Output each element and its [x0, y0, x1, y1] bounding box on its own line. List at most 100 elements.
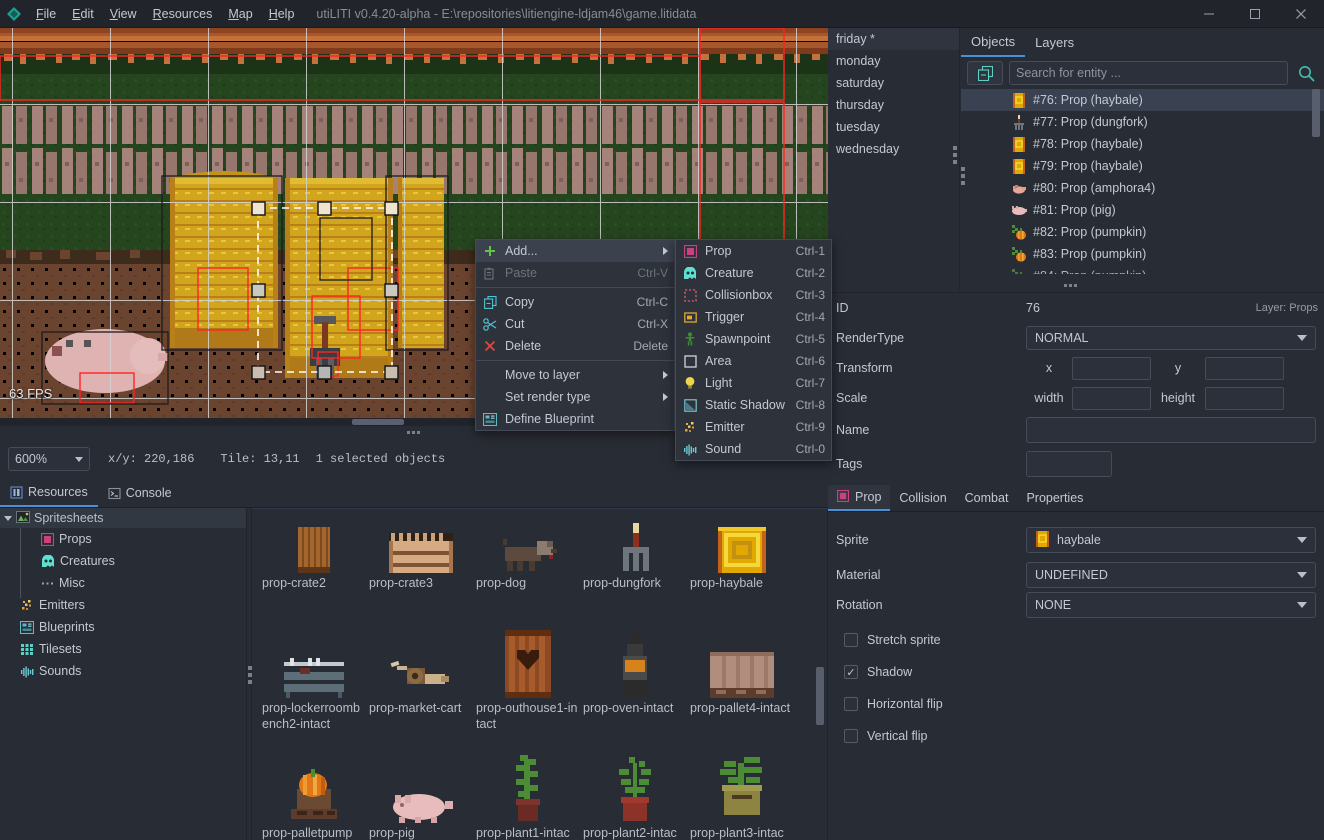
- tree-node-creatures[interactable]: Creatures: [0, 550, 246, 572]
- sprite-item[interactable]: prop-haybale: [688, 509, 795, 612]
- sprite-item[interactable]: prop-pig: [367, 737, 474, 840]
- map-list-item[interactable]: friday *: [828, 28, 959, 50]
- tab-resources[interactable]: Resources: [0, 479, 98, 507]
- material-select[interactable]: UNDEFINED: [1026, 562, 1316, 588]
- object-row[interactable]: #82: Prop (pumpkin): [1005, 221, 1324, 243]
- tree-node-emitters[interactable]: Emitters: [0, 594, 246, 616]
- width-stepper[interactable]: [1072, 386, 1247, 410]
- sprite-browser[interactable]: prop-crate2 prop-crate3 prop-dog prop-du…: [252, 508, 828, 840]
- map-list-item[interactable]: thursday: [828, 94, 959, 116]
- menu-item-set-render-type[interactable]: Set render type: [476, 386, 674, 408]
- y-input[interactable]: [1206, 357, 1324, 379]
- map-list-item[interactable]: monday: [828, 50, 959, 72]
- submenu-item-creature[interactable]: Creature Ctrl-2: [676, 262, 831, 284]
- objects-scrollbar-thumb[interactable]: [1312, 89, 1320, 137]
- tab-layers[interactable]: Layers: [1025, 28, 1084, 57]
- add-submenu[interactable]: Prop Ctrl-1 Creature Ctrl-2 Collisionbox…: [675, 239, 832, 461]
- submenu-item-spawnpoint[interactable]: Spawnpoint Ctrl-5: [676, 328, 831, 350]
- chevron-down-icon[interactable]: [4, 515, 12, 521]
- tree-node-blueprints[interactable]: Blueprints: [0, 616, 246, 638]
- close-icon[interactable]: [1278, 0, 1324, 28]
- tab-collision[interactable]: Collision: [890, 485, 955, 511]
- object-row[interactable]: #81: Prop (pig): [1005, 199, 1324, 221]
- menu-map[interactable]: Map: [220, 3, 260, 25]
- map-list-item[interactable]: saturday: [828, 72, 959, 94]
- submenu-item-sound[interactable]: Sound Ctrl-0: [676, 438, 831, 460]
- tab-prop[interactable]: Prop: [828, 485, 891, 511]
- sprite-select[interactable]: haybale: [1026, 527, 1316, 553]
- submenu-item-emitter[interactable]: Emitter Ctrl-9: [676, 416, 831, 438]
- sprite-item[interactable]: prop-plant2-intac: [581, 737, 688, 840]
- menu-item-copy[interactable]: Copy Ctrl-C: [476, 291, 674, 313]
- vertical-flip-checkbox[interactable]: [844, 729, 858, 743]
- checkbox-row-hflip[interactable]: Horizontal flip: [828, 688, 1324, 720]
- zoom-select[interactable]: 600%: [8, 447, 90, 471]
- menu-file[interactable]: File: [28, 3, 64, 25]
- tree-node-misc[interactable]: Misc: [0, 572, 246, 594]
- sprite-item[interactable]: prop-palletpump: [260, 737, 367, 840]
- tree-node-tilesets[interactable]: Tilesets: [0, 638, 246, 660]
- submenu-item-static-shadow[interactable]: Static Shadow Ctrl-8: [676, 394, 831, 416]
- context-menu[interactable]: Add... Paste Ctrl-V Copy Ctrl-C Cut Ctrl…: [475, 239, 675, 431]
- maplist-splitter-dots[interactable]: [953, 146, 957, 167]
- minimize-icon[interactable]: [1186, 0, 1232, 28]
- tab-combat[interactable]: Combat: [956, 485, 1018, 511]
- menu-view[interactable]: View: [102, 3, 145, 25]
- resource-tree[interactable]: Spritesheets Props Creatures Misc Emitte…: [0, 508, 246, 840]
- menu-resources[interactable]: Resources: [145, 3, 221, 25]
- submenu-item-collisionbox[interactable]: Collisionbox Ctrl-3: [676, 284, 831, 306]
- object-row[interactable]: #80: Prop (amphora4): [1005, 177, 1324, 199]
- submenu-item-prop[interactable]: Prop Ctrl-1: [676, 240, 831, 262]
- map-list-item[interactable]: tuesday: [828, 116, 959, 138]
- tree-node-spritesheets[interactable]: Spritesheets: [0, 508, 246, 528]
- checkbox-row-vflip[interactable]: Vertical flip: [828, 720, 1324, 752]
- shadow-checkbox[interactable]: ✓: [844, 665, 858, 679]
- sprite-scrollbar[interactable]: [816, 509, 824, 840]
- x-stepper[interactable]: [1072, 356, 1247, 380]
- rotation-select[interactable]: NONE: [1026, 592, 1316, 618]
- sprite-item[interactable]: prop-market-cart: [367, 612, 474, 737]
- sprite-item[interactable]: prop-dog: [474, 509, 581, 612]
- sprite-item[interactable]: prop-lockerroombench2-intact: [260, 612, 367, 737]
- object-row[interactable]: #78: Prop (haybale): [1005, 133, 1324, 155]
- menu-item-move-to-layer[interactable]: Move to layer: [476, 364, 674, 386]
- objects-scrollbar[interactable]: [1312, 89, 1320, 274]
- objects-splitter-dots[interactable]: [961, 167, 965, 188]
- map-list[interactable]: friday * monday saturday thursday tuesda…: [828, 28, 960, 290]
- tab-properties[interactable]: Properties: [1017, 485, 1092, 511]
- submenu-item-trigger[interactable]: Trigger Ctrl-4: [676, 306, 831, 328]
- rendertype-select[interactable]: NORMAL: [1026, 326, 1316, 350]
- sprite-item[interactable]: prop-crate3: [367, 509, 474, 612]
- map-splitter-handle[interactable]: [398, 428, 428, 436]
- checkbox-row-stretch[interactable]: Stretch sprite: [828, 624, 1324, 656]
- sprite-scrollbar-thumb[interactable]: [816, 667, 824, 725]
- duplicate-icon[interactable]: [967, 61, 1003, 85]
- submenu-item-light[interactable]: Light Ctrl-7: [676, 372, 831, 394]
- tree-node-props[interactable]: Props: [0, 528, 246, 550]
- menu-edit[interactable]: Edit: [64, 3, 102, 25]
- checkbox-row-shadow[interactable]: ✓ Shadow: [828, 656, 1324, 688]
- object-row[interactable]: #76: Prop (haybale): [961, 89, 1324, 111]
- submenu-item-area[interactable]: Area Ctrl-6: [676, 350, 831, 372]
- sprite-item[interactable]: prop-plant3-intac: [688, 737, 795, 840]
- y-stepper[interactable]: [1205, 356, 1324, 380]
- object-row[interactable]: #77: Prop (dungfork): [1005, 111, 1324, 133]
- tab-console[interactable]: Console: [98, 479, 182, 507]
- horizontal-flip-checkbox[interactable]: [844, 697, 858, 711]
- maximize-icon[interactable]: [1232, 0, 1278, 28]
- menu-help[interactable]: Help: [261, 3, 303, 25]
- sprite-item[interactable]: prop-dungfork: [581, 509, 688, 612]
- tab-objects[interactable]: Objects: [961, 28, 1026, 57]
- objects-properties-splitter[interactable]: [1055, 281, 1085, 290]
- object-row[interactable]: #79: Prop (haybale): [1005, 155, 1324, 177]
- sprite-item[interactable]: prop-outhouse1-intact: [474, 612, 581, 737]
- object-row[interactable]: #83: Prop (pumpkin): [1005, 243, 1324, 265]
- height-input[interactable]: [1206, 387, 1324, 409]
- map-hscroll-thumb[interactable]: [352, 419, 404, 425]
- height-stepper[interactable]: [1205, 386, 1324, 410]
- objects-list[interactable]: #76: Prop (haybale) #77: Prop (dungfork)…: [961, 89, 1324, 274]
- sprite-item[interactable]: prop-oven-intact: [581, 612, 688, 737]
- search-input[interactable]: [1009, 61, 1288, 85]
- search-icon[interactable]: [1294, 65, 1318, 82]
- stretch-sprite-checkbox[interactable]: [844, 633, 858, 647]
